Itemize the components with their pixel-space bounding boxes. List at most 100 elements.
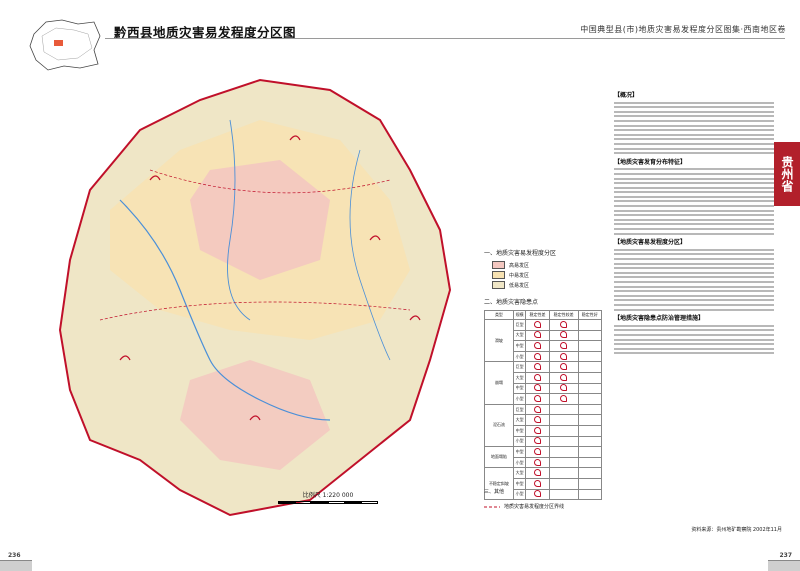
table-row: 地面塌陷 中型 [484,446,603,469]
size-cell: 小型 [512,456,527,469]
text-line [614,223,774,226]
debris-flow-symbol [533,437,541,445]
table-row: 泥石流 巨型 [484,403,603,448]
size-cell: 巨型 [512,403,527,416]
text-line [614,152,774,155]
text-line [614,232,774,235]
collapse-symbol [560,394,568,402]
size-cell: 大型 [512,414,527,426]
landslide-symbol [533,320,541,328]
description-panel: 【概况】 【地质灾害发育分布特征】 【地质灾害易发程度分区】 【地质灾害隐患点防… [614,88,774,357]
scale-segment [344,501,362,504]
collapse-symbol [533,394,541,402]
text-line [614,280,774,283]
size-cell: 巨型 [512,319,527,331]
text-line [614,276,774,279]
swatch-mid [492,271,505,279]
scale-segment [278,501,295,504]
size-cell: 小型 [512,435,527,448]
scale-segment [361,501,379,504]
scale-bar-graphic [278,501,379,504]
text-line [614,324,774,327]
landslide-symbol [533,331,541,339]
zones-title: 一、地质灾害易发程度分区 [484,250,557,257]
zone-label: 低易发区 [509,282,530,289]
section-title: 【地质灾害易发程度分区】 [614,239,687,247]
text-line [614,205,774,208]
debris-flow-symbol [533,426,541,434]
size-cell: 大型 [512,467,527,479]
type-cell: 崩塌 [484,361,514,405]
text-line [614,262,774,265]
text-line [614,303,774,306]
collapse-symbol [560,373,568,381]
text-line [614,253,774,256]
collapse-symbol [560,384,568,392]
landslide-symbol [560,320,568,328]
atlas-series: 中国典型县(市)地质灾害易发程度分区图集·西南地区卷 [580,25,786,34]
landslide-symbol [560,341,568,349]
scale-bar: 比例尺 1:220 000 [278,490,379,504]
swatch-high [492,261,505,269]
text-line [614,195,774,198]
text-line [614,209,774,212]
scale-segment [294,501,312,504]
header-cell: 类型 [484,310,514,320]
type-cell: 地面塌陷 [484,446,514,469]
header-rule [105,38,785,39]
landslide-symbol [560,352,568,360]
text-line [614,129,774,132]
county-marker [54,40,63,46]
page-bar-left [0,560,32,571]
collapse-symbol [533,363,541,371]
debris-flow-symbol [533,405,541,413]
text-line [614,308,774,311]
text-line [614,248,774,251]
scale-segment [328,501,345,504]
table-row: 滑坡 巨型 [484,318,603,363]
text-line [614,115,774,118]
text-line [614,119,774,122]
zone-label: 中易发区 [509,272,530,279]
header-cell: 规模 [512,310,527,320]
text-line [614,191,774,194]
header-cell: 稳定性较差 [548,310,579,320]
debris-flow-symbol [533,416,541,424]
page-number-left: 236 [8,552,21,559]
collapse-symbol [560,363,568,371]
text-line [614,343,774,346]
boundary-legend-row: 地质灾害易发程度分区界线 [484,503,602,510]
size-cell: 巨型 [512,361,527,373]
subsidence-symbol [533,458,541,466]
text-line [614,228,774,231]
text-line [614,110,774,113]
collapse-symbol [533,384,541,392]
size-cell: 小型 [512,350,527,363]
text-line [614,124,774,127]
text-line [614,218,774,221]
boundary-line-symbol [484,506,500,507]
text-line [614,299,774,302]
county-map [58,78,452,517]
size-cell: 大型 [512,371,527,384]
text-line [614,329,774,332]
table-header-row: 类型 规模 稳定性差 稳定性较差 稳定性好 [484,310,603,320]
text-line [614,285,774,288]
text-line [614,142,774,145]
size-cell: 中型 [512,382,527,395]
zone-label: 高易发区 [509,262,530,269]
landslide-symbol [533,341,541,349]
text-line [614,168,774,171]
section-title: 【地质灾害隐患点防治管理措施】 [614,315,705,323]
disasters-title: 二、地质灾害隐患点 [484,299,539,306]
size-cell: 中型 [512,340,527,352]
unstable-slope-symbol [533,469,541,477]
zone-mid: 中易发区 [492,271,602,279]
table-row: 不稳定斜坡 大型 [484,467,603,501]
other-legend: 三、其他 地质灾害易发程度分区界线 [484,488,602,510]
text-line [614,347,774,350]
landslide-symbol [560,331,568,339]
text-line [614,271,774,274]
zone-low: 低易发区 [492,281,602,289]
table-row: 崩塌 巨型 [484,361,603,405]
